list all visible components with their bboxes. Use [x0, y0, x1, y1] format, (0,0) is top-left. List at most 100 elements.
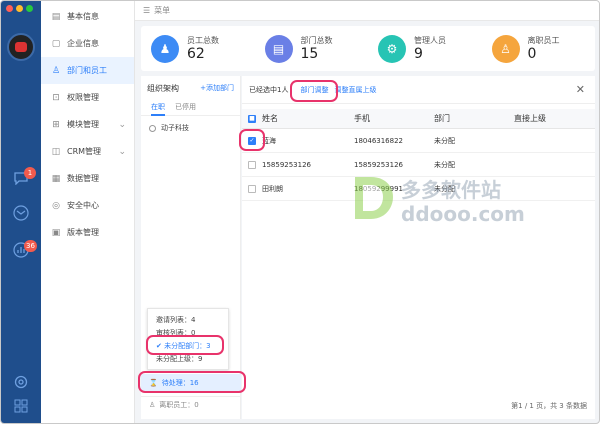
- page-title: 菜单: [154, 6, 171, 15]
- chevron-down-icon: ⌄: [118, 146, 126, 157]
- chart-badge: 36: [24, 240, 37, 252]
- stat-label: 部门总数: [300, 36, 333, 45]
- table-row[interactable]: ✓ 蓝海 18046316822 未分配: [242, 129, 595, 153]
- crm-icon: ◫: [51, 146, 61, 157]
- cell-name: 蓝海: [262, 136, 276, 145]
- table-row[interactable]: 15859253126 15859253126 未分配: [242, 153, 595, 177]
- nav-item-modules[interactable]: ⊞ 模块管理 ⌄: [41, 111, 134, 138]
- settings-nav: ▤ 基本信息 ▢ 企业信息 ♙ 部门和员工 ⊡ 权限管理 ⊞ 模块管理 ⌄ ◫ CRM管理 ⌄ …: [41, 1, 135, 423]
- settings-icon[interactable]: [12, 373, 30, 391]
- nav-item-data[interactable]: ▦ 数据管理: [41, 165, 134, 192]
- nav-item-security[interactable]: ◎ 安全中心: [41, 192, 134, 219]
- resigned-icon: ♙: [491, 34, 520, 63]
- grid-icon: ⊞: [52, 119, 60, 130]
- mail-icon[interactable]: [12, 204, 30, 222]
- nav-item-label: 模块管理: [67, 120, 99, 129]
- nav-item-label: 数据管理: [67, 174, 99, 183]
- stat-value: 62: [187, 46, 205, 62]
- manager-icon: ⚙: [378, 34, 406, 63]
- nav-item-label: 版本管理: [67, 228, 99, 237]
- tab-active[interactable]: 在职: [151, 102, 165, 116]
- window-controls: [6, 5, 33, 12]
- highlight-dept-adjust: [290, 80, 338, 102]
- nav-item-version[interactable]: ▣ 版本管理: [41, 219, 134, 246]
- cell-dept: 未分配: [434, 160, 455, 169]
- popup-item-invites[interactable]: 邀请列表：4: [156, 314, 220, 327]
- stat-departments: ▤ 部门总数 15: [255, 26, 369, 71]
- version-icon: ▣: [51, 227, 61, 238]
- department-icon: ▤: [264, 34, 293, 63]
- nav-item-label: 权限管理: [67, 93, 99, 102]
- selected-count: 已经选中1人: [249, 85, 289, 94]
- employee-panel: 已经选中1人 部门调整 调整直属上级 ✕ ■ 姓名 手机 部门 直接上级 ✓ 蓝…: [242, 76, 595, 419]
- info-icon: ▤: [51, 11, 61, 22]
- menu-icon[interactable]: ☰: [143, 6, 150, 15]
- nav-item-permissions[interactable]: ⊡ 权限管理: [41, 84, 134, 111]
- select-all-checkbox[interactable]: ■: [248, 114, 256, 123]
- add-department-button[interactable]: +添加部门: [200, 83, 234, 94]
- cell-dept: 未分配: [434, 184, 455, 193]
- highlight-unassigned-dept: [146, 335, 224, 355]
- cell-phone: 18046316822: [354, 136, 403, 145]
- cell-name: 15859253126: [262, 160, 311, 169]
- tab-disabled[interactable]: 已停用: [175, 102, 196, 115]
- close-icon[interactable]: ✕: [576, 83, 585, 96]
- cell-phone: 15859253126: [354, 160, 403, 169]
- data-icon: ▦: [51, 173, 61, 184]
- cell-dept: 未分配: [434, 136, 455, 145]
- highlight-pending: [138, 371, 246, 393]
- stat-label: 离职员工: [527, 36, 560, 45]
- top-bar: ☰ 菜单: [135, 1, 599, 21]
- tree-item[interactable]: 动子科技: [141, 116, 240, 140]
- nav-item-label: 企业信息: [67, 39, 99, 48]
- stat-employees: ♟ 员工总数 62: [141, 26, 255, 71]
- maximize-window-icon[interactable]: [26, 5, 33, 12]
- table-row[interactable]: 田利朗 18059299991 未分配: [242, 177, 595, 201]
- employee-icon: ♟: [151, 34, 179, 63]
- chevron-down-icon: ⌄: [118, 119, 126, 130]
- stat-managers: ⚙ 管理人员 9: [368, 26, 482, 71]
- nav-item-label: 基本信息: [67, 12, 99, 21]
- stats-panel: ♟ 员工总数 62 ▤ 部门总数 15 ⚙ 管理人员 9 ♙ 离职员工 0: [141, 26, 595, 71]
- chat-badge: 1: [24, 167, 36, 179]
- close-window-icon[interactable]: [6, 5, 13, 12]
- lock-icon: ⊡: [52, 92, 60, 103]
- doc-icon: ▢: [51, 38, 61, 49]
- cell-phone: 18059299991: [354, 184, 403, 193]
- stat-resigned: ♙ 离职员工 0: [482, 26, 596, 71]
- tree-node-icon: [149, 124, 156, 132]
- org-panel: 组织架构 +添加部门 在职 已停用 动子科技 邀请列表：4 审核列表：0 ✔ 未…: [141, 76, 241, 419]
- nav-item-label: 部门和员工: [67, 66, 107, 75]
- nav-item-departments[interactable]: ♙ 部门和员工: [41, 57, 134, 84]
- stat-label: 员工总数: [187, 36, 219, 45]
- tree-item-label: 动子科技: [161, 124, 189, 132]
- column-header[interactable]: 姓名: [262, 113, 354, 124]
- superior-adjust-button[interactable]: 调整直属上级: [334, 85, 376, 95]
- nav-item-crm[interactable]: ◫ CRM管理 ⌄: [41, 138, 134, 165]
- nav-item-company-info[interactable]: ▢ 企业信息: [41, 30, 134, 57]
- stat-value: 0: [527, 46, 537, 62]
- apps-icon[interactable]: [12, 397, 30, 415]
- stat-value: 15: [300, 46, 319, 62]
- minimize-window-icon[interactable]: [16, 5, 23, 12]
- table-header: ■ 姓名 手机 部门 直接上级: [242, 109, 595, 129]
- row-checkbox[interactable]: [248, 160, 256, 169]
- user-icon: ♙: [149, 400, 156, 409]
- highlight-checkbox: [239, 129, 265, 151]
- org-title: 组织架构: [147, 84, 179, 93]
- stat-label: 管理人员: [414, 36, 446, 45]
- column-header[interactable]: 直接上级: [514, 113, 595, 124]
- row-checkbox[interactable]: [248, 184, 256, 193]
- nav-item-label: CRM管理: [67, 147, 102, 156]
- pagination-text: 第1 / 1 页，共 3 条数据: [511, 402, 587, 410]
- shield-icon: ◎: [52, 200, 60, 211]
- cell-name: 田利朗: [262, 184, 283, 193]
- nav-item-basic-info[interactable]: ▤ 基本信息: [41, 3, 134, 30]
- app-window: 1 36 ▤ 基本信息 ▢ 企业信息 ♙ 部门和员工 ⊡ 权限管理 ⊞ 模块管理 ⌄ ◫ CR…: [0, 0, 600, 424]
- avatar[interactable]: [7, 33, 35, 61]
- resigned-employees-link[interactable]: ♙ 离职员工：0: [141, 396, 241, 412]
- column-header[interactable]: 部门: [434, 113, 514, 124]
- user-icon: ♙: [51, 65, 61, 76]
- column-header[interactable]: 手机: [354, 113, 434, 124]
- left-rail: 1 36: [1, 1, 41, 423]
